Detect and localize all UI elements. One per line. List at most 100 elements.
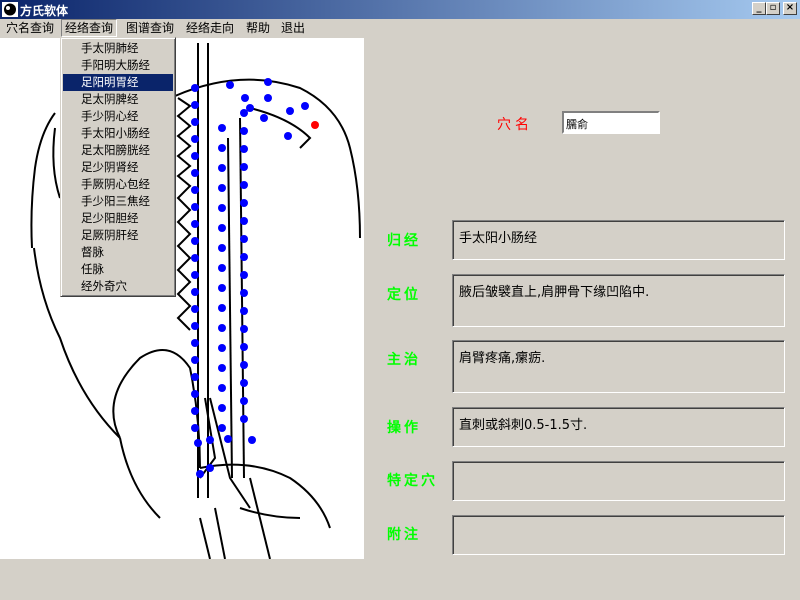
restore-button[interactable]: ▫: [766, 2, 780, 15]
acupoint-marker[interactable]: [206, 464, 214, 472]
acupoint-marker[interactable]: [240, 361, 248, 369]
acupoint-marker[interactable]: [301, 102, 309, 110]
acupoint-marker[interactable]: [218, 144, 226, 152]
acupoint-marker[interactable]: [240, 145, 248, 153]
dropdown-item[interactable]: 手少阴心经: [63, 108, 173, 125]
acupoint-marker[interactable]: [191, 305, 199, 313]
menu-meridian-course[interactable]: 经络走向: [183, 20, 237, 36]
dropdown-item[interactable]: 足少阴肾经: [63, 159, 173, 176]
acupoint-marker[interactable]: [191, 339, 199, 347]
acupoint-marker[interactable]: [191, 271, 199, 279]
acupoint-marker[interactable]: [218, 184, 226, 192]
acupoint-marker[interactable]: [218, 224, 226, 232]
acupoint-marker[interactable]: [191, 84, 199, 92]
acupoint-marker[interactable]: [218, 164, 226, 172]
acupoint-marker[interactable]: [241, 94, 249, 102]
acupoint-marker[interactable]: [191, 101, 199, 109]
dropdown-item[interactable]: 手太阳小肠经: [63, 125, 173, 142]
acupoint-marker[interactable]: [191, 390, 199, 398]
acupoint-marker[interactable]: [191, 373, 199, 381]
menu-meridian-search[interactable]: 经络查询: [61, 19, 118, 37]
acupoint-marker[interactable]: [240, 325, 248, 333]
acupoint-marker[interactable]: [240, 289, 248, 297]
acupoint-marker[interactable]: [191, 254, 199, 262]
acupoint-marker[interactable]: [191, 407, 199, 415]
app-icon: [2, 2, 18, 17]
acupoint-marker[interactable]: [191, 118, 199, 126]
meridian-dropdown-menu: 手太阴肺经 手阳明大肠经 足阳明胃经 足太阴脾经 手少阴心经 手太阳小肠经 足太…: [60, 37, 176, 297]
acupoint-marker[interactable]: [218, 404, 226, 412]
acupoint-marker[interactable]: [218, 284, 226, 292]
acupoint-marker[interactable]: [240, 127, 248, 135]
acupoint-marker[interactable]: [240, 163, 248, 171]
acupoint-marker[interactable]: [191, 152, 199, 160]
acupoint-marker[interactable]: [191, 203, 199, 211]
menu-exit[interactable]: 退出: [278, 20, 308, 36]
acupoint-marker[interactable]: [218, 364, 226, 372]
acupoint-marker[interactable]: [191, 220, 199, 228]
dropdown-item[interactable]: 足少阳胆经: [63, 210, 173, 227]
acupoint-marker[interactable]: [218, 124, 226, 132]
acupoint-marker[interactable]: [240, 181, 248, 189]
dropdown-item[interactable]: 督脉: [63, 244, 173, 261]
acupoint-marker[interactable]: [194, 439, 202, 447]
dropdown-item[interactable]: 手太阴肺经: [63, 40, 173, 57]
acupoint-marker[interactable]: [191, 356, 199, 364]
dropdown-item[interactable]: 经外奇穴: [63, 278, 173, 295]
acupoint-marker[interactable]: [240, 343, 248, 351]
acupoint-marker[interactable]: [240, 253, 248, 261]
menu-acupoint-search[interactable]: 穴名查询: [3, 20, 57, 36]
acupoint-marker[interactable]: [218, 384, 226, 392]
dropdown-item-selected[interactable]: 足阳明胃经: [63, 74, 173, 91]
meridian-field: 手太阳小肠经: [452, 220, 785, 260]
acupoint-marker[interactable]: [191, 169, 199, 177]
dropdown-item[interactable]: 任脉: [63, 261, 173, 278]
acupoint-marker[interactable]: [218, 304, 226, 312]
acupoint-marker[interactable]: [196, 470, 204, 478]
acupoint-marker[interactable]: [206, 436, 214, 444]
acupoint-marker[interactable]: [240, 271, 248, 279]
acupoint-marker[interactable]: [240, 307, 248, 315]
acupoint-marker[interactable]: [218, 244, 226, 252]
acupoint-marker[interactable]: [240, 379, 248, 387]
acupoint-marker[interactable]: [284, 132, 292, 140]
acupoint-marker[interactable]: [286, 107, 294, 115]
acupoint-marker[interactable]: [191, 322, 199, 330]
menu-atlas-search[interactable]: 图谱查询: [123, 20, 177, 36]
acupoint-marker[interactable]: [264, 78, 272, 86]
minimize-button[interactable]: _: [752, 2, 766, 15]
acupoint-marker[interactable]: [218, 264, 226, 272]
acupoint-marker[interactable]: [240, 415, 248, 423]
acupoint-marker[interactable]: [191, 186, 199, 194]
acupoint-marker[interactable]: [240, 109, 248, 117]
acupoint-marker[interactable]: [191, 237, 199, 245]
acupoint-marker[interactable]: [191, 424, 199, 432]
acupoint-marker[interactable]: [260, 114, 268, 122]
close-button[interactable]: ×: [783, 2, 797, 15]
dropdown-item[interactable]: 手阳明大肠经: [63, 57, 173, 74]
acupoint-marker[interactable]: [240, 397, 248, 405]
selected-acupoint-marker[interactable]: [311, 121, 319, 129]
acupoint-name-input[interactable]: 臑俞: [562, 111, 660, 134]
acupoint-marker[interactable]: [264, 94, 272, 102]
dropdown-item[interactable]: 手厥阴心包经: [63, 176, 173, 193]
acupoint-marker[interactable]: [218, 324, 226, 332]
technique-label: 操作: [387, 420, 421, 436]
acupoint-marker[interactable]: [224, 435, 232, 443]
acupoint-marker[interactable]: [240, 217, 248, 225]
acupoint-marker[interactable]: [240, 199, 248, 207]
acupoint-marker[interactable]: [218, 424, 226, 432]
dropdown-item[interactable]: 足太阳膀胱经: [63, 142, 173, 159]
acupoint-marker[interactable]: [191, 135, 199, 143]
acupoint-marker[interactable]: [226, 81, 234, 89]
acupoint-marker[interactable]: [248, 436, 256, 444]
dropdown-item[interactable]: 足太阴脾经: [63, 91, 173, 108]
acupoint-marker[interactable]: [218, 204, 226, 212]
dropdown-item[interactable]: 足厥阴肝经: [63, 227, 173, 244]
dropdown-item[interactable]: 手少阳三焦经: [63, 193, 173, 210]
acupoint-marker[interactable]: [191, 288, 199, 296]
menu-help[interactable]: 帮助: [243, 20, 273, 36]
window-title: 方氏软体: [20, 4, 69, 18]
acupoint-marker[interactable]: [240, 235, 248, 243]
acupoint-marker[interactable]: [218, 344, 226, 352]
